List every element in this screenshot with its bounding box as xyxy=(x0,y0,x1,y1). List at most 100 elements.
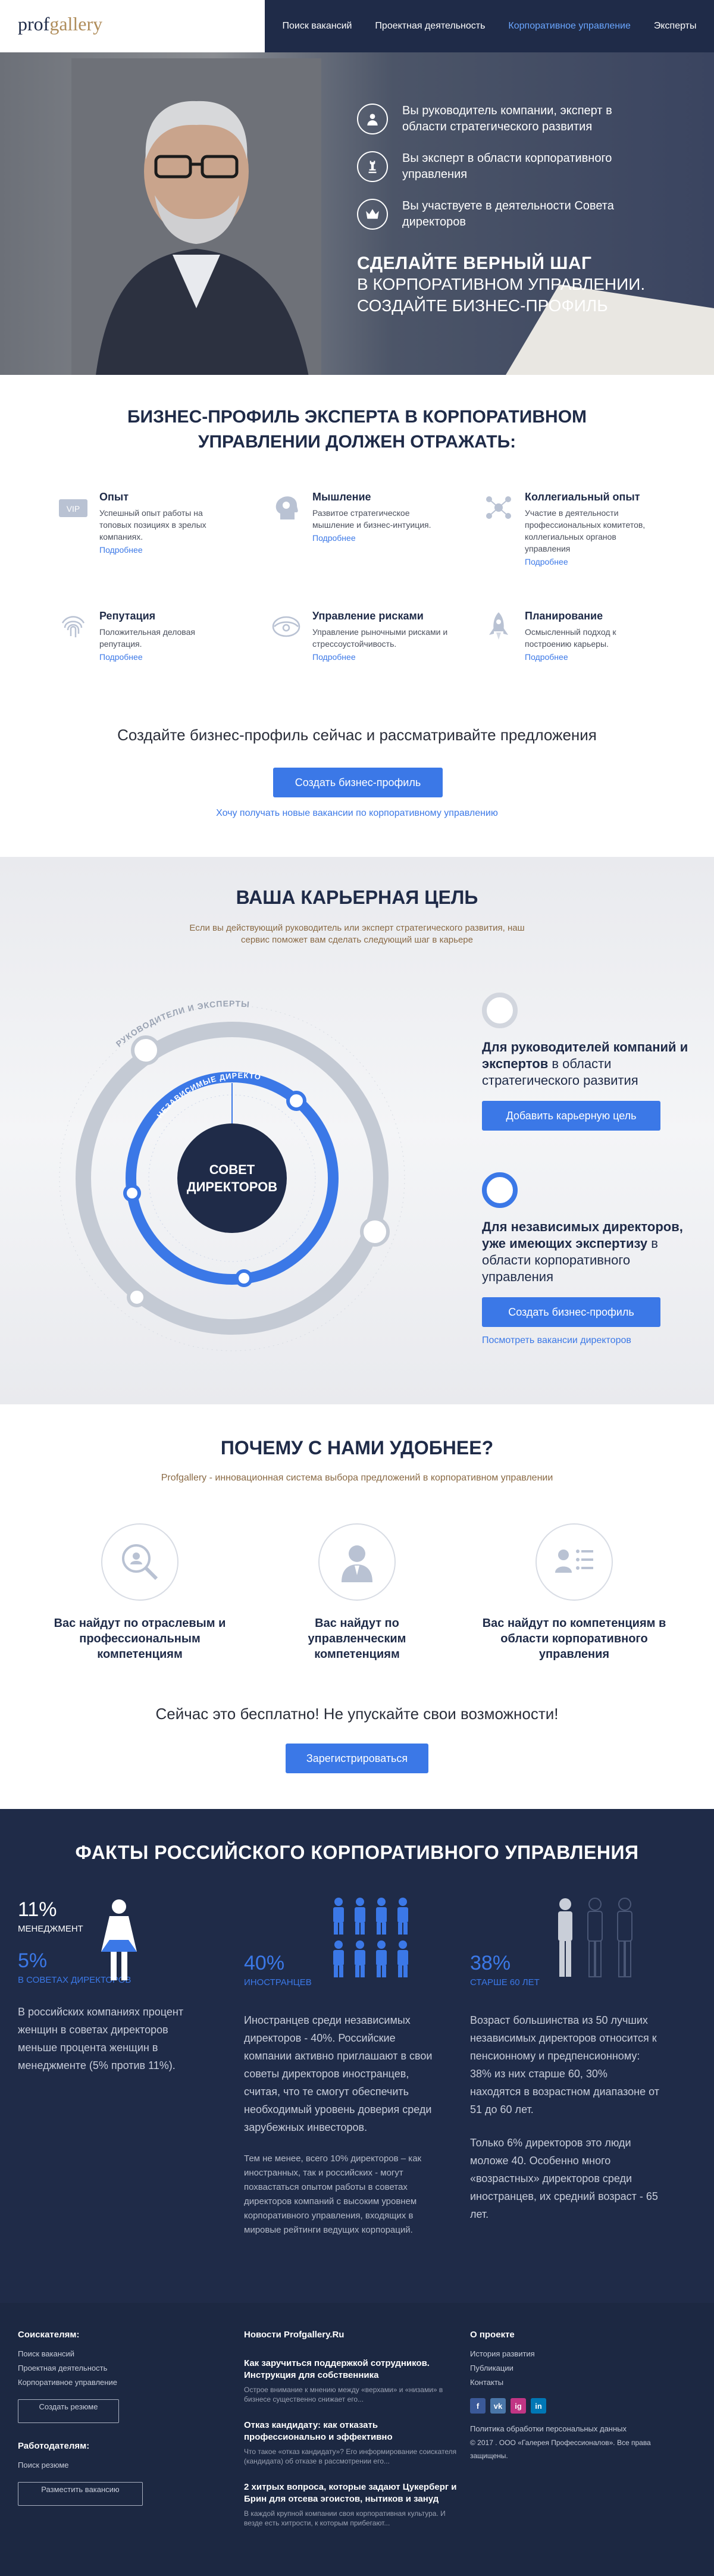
hero-benefit: Вы эксперт в области корпоративного упра… xyxy=(357,151,637,183)
benefit-governance: Вас найдут по компетенциям в области кор… xyxy=(482,1523,666,1662)
why-cta-text: Сейчас это бесплатно! Не упускайте свои … xyxy=(155,1705,559,1723)
why-lead: Profgallery - инновационная система выбо… xyxy=(161,1473,553,1483)
feature-desc: Положительная деловая репутация. xyxy=(99,627,195,649)
fingerprint-icon xyxy=(61,616,85,637)
profile-title: БИЗНЕС-ПРОФИЛЬ ЭКСПЕРТА В КОРПОРАТИВНОМ … xyxy=(127,407,587,452)
footer-heading: О проекте xyxy=(470,2330,515,2340)
nav-projects[interactable]: Проектная деятельность xyxy=(375,21,485,32)
feature-desc: Развитое стратегическое мышление и бизне… xyxy=(312,508,431,530)
hero-section: Вы руководитель компании, эксперт в обла… xyxy=(0,52,714,375)
network-icon xyxy=(486,496,511,519)
main-nav: Поиск вакансий Проектная деятельность Ко… xyxy=(265,0,714,52)
career-rings-diagram: СОВЕТ ДИРЕКТОРОВ РУКОВОДИТЕЛИ И ЭКСПЕРТЫ… xyxy=(42,976,405,1351)
news-desc: Что такое «отказ кандидату»? Его информи… xyxy=(244,2447,457,2465)
hero-benefit-text: Вы участвуете в деятельности Совета дире… xyxy=(402,199,614,229)
site-footer: Соискателям: Поиск вакансий Проектная де… xyxy=(0,2303,714,2576)
footer-heading: Соискателям: xyxy=(18,2330,80,2340)
footer-link[interactable]: Поиск вакансий xyxy=(18,2347,167,2361)
footer-link[interactable]: Поиск резюме xyxy=(18,2458,167,2472)
fact-text-2: Только 6% директоров это люди моложе 40.… xyxy=(470,2137,658,2220)
ring-node xyxy=(286,1091,306,1111)
woman-figure-icon xyxy=(101,1899,137,1980)
benefit-text: Вас найдут по управленческим компетенция… xyxy=(308,1617,406,1661)
post-vacancy-button[interactable]: Разместить вакансию xyxy=(18,2482,143,2506)
vip-icon: VIP xyxy=(59,499,87,517)
center-label-2: ДИРЕКТОРОВ xyxy=(187,1179,277,1194)
nav-governance[interactable]: Корпоративное управление xyxy=(508,21,630,32)
footer-link[interactable]: Публикации xyxy=(470,2361,672,2375)
register-button[interactable]: Зарегистрироваться xyxy=(286,1744,428,1773)
privacy-policy-link[interactable]: Политика обработки персональных данных xyxy=(470,2422,672,2436)
hero-photo-businessman xyxy=(71,58,321,375)
industry-search-icon xyxy=(101,1523,178,1601)
hero-headline: СДЕЛАЙТЕ ВЕРНЫЙ ШАГ В КОРПОРАТИВНОМ УПРА… xyxy=(357,253,690,317)
copyright: © 2017 . ООО «Галерея Профессионалов». В… xyxy=(470,2439,651,2460)
career-title: ВАША КАРЬЕРНАЯ ЦЕЛЬ xyxy=(236,887,478,908)
profile-section: БИЗНЕС-ПРОФИЛЬ ЭКСПЕРТА В КОРПОРАТИВНОМ … xyxy=(0,375,714,857)
hero-headline-1: СДЕЛАЙТЕ ВЕРНЫЙ ШАГ xyxy=(357,253,592,273)
goal-marker-icon xyxy=(482,1172,518,1208)
linkedin-icon[interactable]: in xyxy=(531,2398,546,2414)
news-item[interactable]: 2 хитрых вопроса, которые задают Цукербе… xyxy=(244,2481,458,2528)
fact-text: Возраст большинства из 50 лучших независ… xyxy=(470,2014,659,2115)
footer-heading: Работодателям: xyxy=(18,2441,90,2451)
feature-more-link[interactable]: Подробнее xyxy=(99,545,236,555)
hero-benefit: Вы участвуете в деятельности Совета дире… xyxy=(357,198,637,230)
ring-node xyxy=(360,1217,390,1247)
benefit-industry: Вас найдут по отраслевым и профессиональ… xyxy=(48,1523,232,1662)
why-us-section: ПОЧЕМУ С НАМИ УДОБНЕЕ? Profgallery - инн… xyxy=(0,1404,714,1809)
instagram-icon[interactable]: ig xyxy=(511,2398,526,2414)
news-desc: Острое внимание к мнению между «верхами»… xyxy=(244,2386,443,2403)
facebook-icon[interactable]: f xyxy=(470,2398,486,2414)
feature-more-link[interactable]: Подробнее xyxy=(312,533,449,543)
news-title[interactable]: Как заручиться поддержкой сотрудников. И… xyxy=(244,2358,458,2381)
add-career-goal-button[interactable]: Добавить карьерную цель xyxy=(482,1101,660,1131)
feature-more-link[interactable]: Подробнее xyxy=(525,652,662,662)
feature-desc: Успешный опыт работы на топовых позициях… xyxy=(99,508,206,542)
footer-seekers: Соискателям: Поиск вакансий Проектная де… xyxy=(18,2330,167,2524)
hero-headline-2: В КОРПОРАТИВНОМ УПРАВЛЕНИИ. xyxy=(357,275,646,293)
vk-icon[interactable]: vk xyxy=(490,2398,506,2414)
feature-more-link[interactable]: Подробнее xyxy=(99,652,236,662)
feature-desc: Управление рыночными рисками и стрессоус… xyxy=(312,627,448,649)
hero-benefit-text: Вы эксперт в области корпоративного упра… xyxy=(402,152,612,181)
benefit-text: Вас найдут по отраслевым и профессиональ… xyxy=(54,1617,226,1661)
footer-link[interactable]: Контакты xyxy=(470,2375,672,2390)
fact-text: В российских компаниях процент женщин в … xyxy=(18,2006,184,2071)
create-profile-button[interactable]: Создать бизнес-профиль xyxy=(273,768,443,797)
news-item[interactable]: Отказ кандидату: как отказать профессион… xyxy=(244,2420,458,2466)
subscribe-vacancies-link[interactable]: Хочу получать новые вакансии по корпорат… xyxy=(0,808,714,819)
logo[interactable]: profgallery xyxy=(18,13,102,35)
hero-headline-3: СОЗДАЙТЕ БИЗНЕС-ПРОФИЛЬ xyxy=(357,296,608,315)
nav-jobs[interactable]: Поиск вакансий xyxy=(282,21,352,32)
footer-news: Новости Profgallery.Ru Как заручиться по… xyxy=(244,2330,458,2543)
career-goal-section: ВАША КАРЬЕРНАЯ ЦЕЛЬ Если вы действующий … xyxy=(0,857,714,1404)
footer-link[interactable]: История развития xyxy=(470,2347,672,2361)
feature-more-link[interactable]: Подробнее xyxy=(525,557,662,566)
director-vacancies-link[interactable]: Посмотреть вакансии директоров xyxy=(482,1335,690,1346)
profile-cta-text: Создайте бизнес-профиль сейчас и рассмат… xyxy=(117,726,597,744)
hero-benefits: Вы руководитель компании, эксперт в обла… xyxy=(357,103,637,246)
feature-more-link[interactable]: Подробнее xyxy=(312,652,449,662)
benefit-text: Вас найдут по компетенциям в области кор… xyxy=(482,1617,666,1661)
footer-link[interactable]: Корпоративное управление xyxy=(18,2375,167,2390)
center-label-1: СОВЕТ xyxy=(209,1162,255,1177)
news-title[interactable]: 2 хитрых вопроса, которые задают Цукербе… xyxy=(244,2481,458,2505)
create-resume-button[interactable]: Создать резюме xyxy=(18,2399,119,2423)
nav-experts[interactable]: Эксперты xyxy=(654,21,697,32)
rocket-icon xyxy=(489,612,508,640)
news-desc: В каждой крупной компании своя корпорати… xyxy=(244,2509,446,2527)
news-item[interactable]: Как заручиться поддержкой сотрудников. И… xyxy=(244,2358,458,2404)
governance-icon xyxy=(536,1523,613,1601)
create-profile-button-2[interactable]: Создать бизнес-профиль xyxy=(482,1297,660,1327)
feature-title: Коллегиальный опыт xyxy=(525,491,640,503)
footer-link[interactable]: Проектная деятельность xyxy=(18,2361,167,2375)
feature-title: Опыт xyxy=(99,491,129,503)
ring-node xyxy=(123,1184,141,1202)
manager-icon xyxy=(318,1523,396,1601)
news-title[interactable]: Отказ кандидату: как отказать профессион… xyxy=(244,2420,458,2443)
ring-node xyxy=(131,1035,161,1065)
person-icon xyxy=(357,104,388,134)
benefit-management: Вас найдут по управленческим компетенция… xyxy=(265,1523,449,1662)
footer-about: О проекте История развития Публикации Ко… xyxy=(470,2330,672,2462)
